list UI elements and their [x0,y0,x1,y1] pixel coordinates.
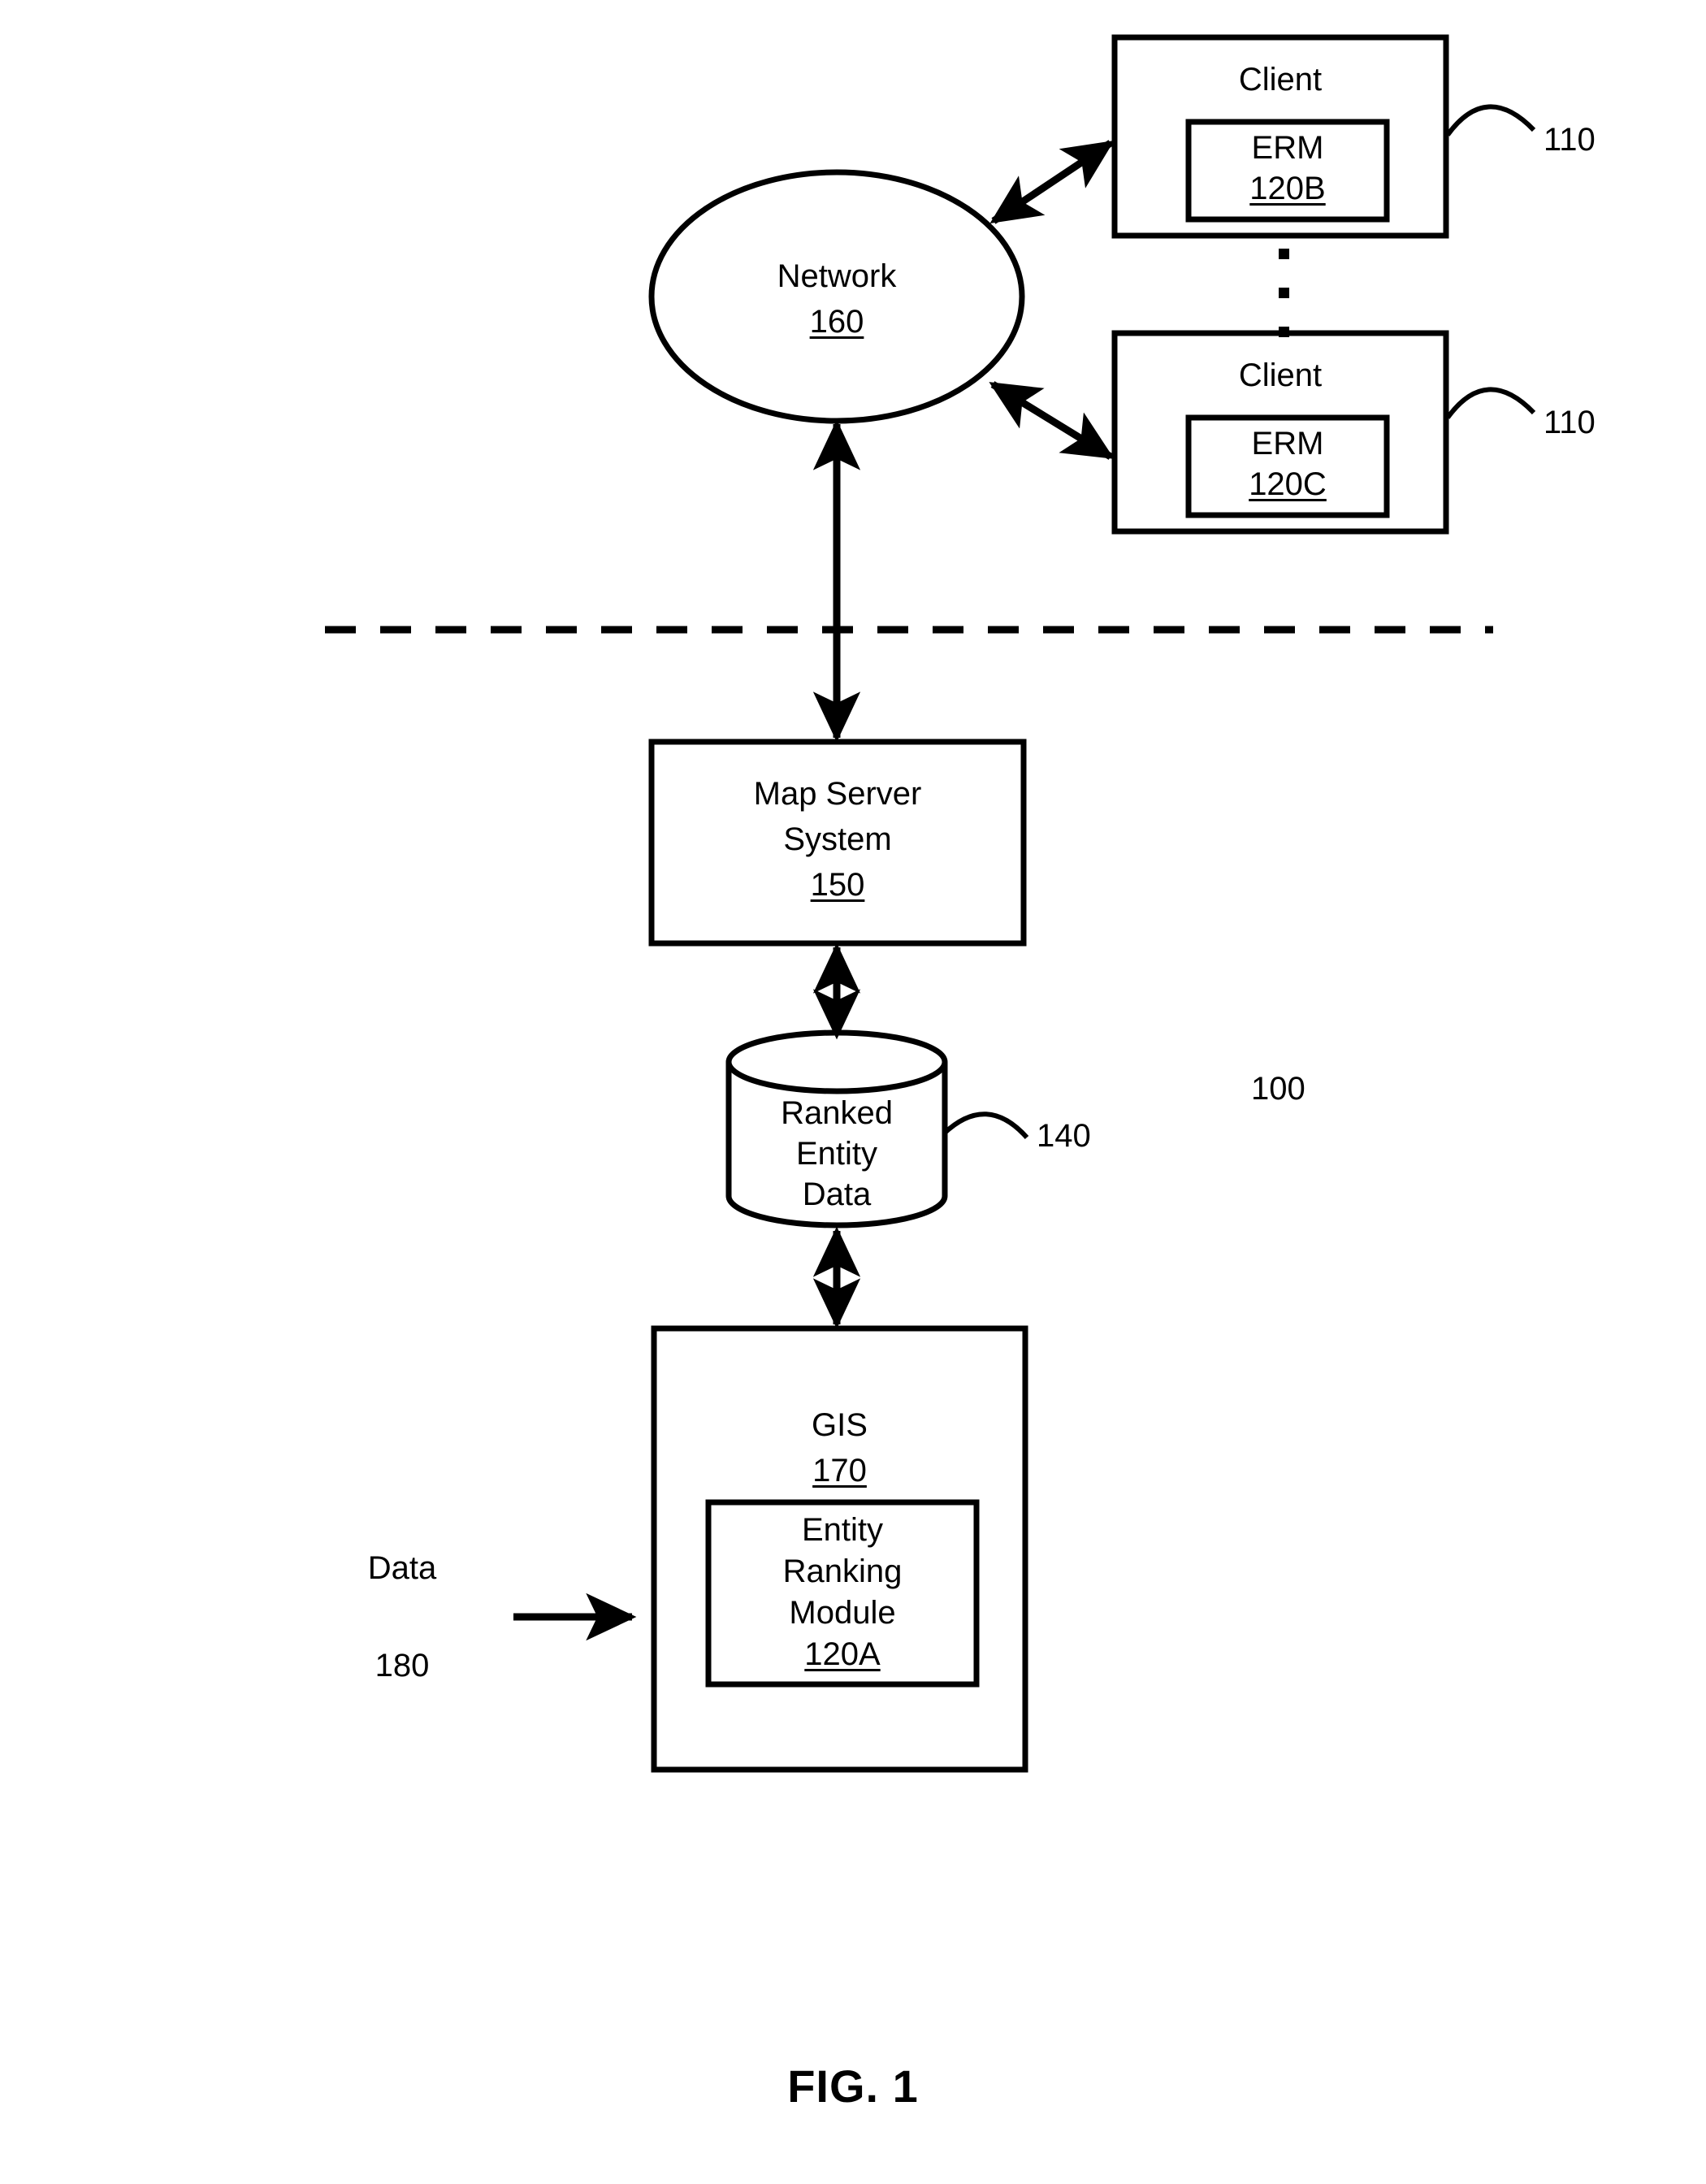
entity-ranking-module-line2: Ranking [782,1554,903,1589]
database-ref-140: 140 [1037,1118,1091,1154]
figure-caption: FIG. 1 [787,2060,919,2112]
erm-120b-title: ERM [1251,130,1324,166]
leader-line-140 [942,1112,1029,1139]
map-server-title-line1: Map Server [753,776,922,812]
map-server-title-line2: System [783,821,892,857]
ellipsis-dot-2 [1279,288,1289,298]
erm-120b-ref: 120B [1249,171,1326,206]
database-title-line3: Data [802,1176,872,1212]
map-server-ref: 150 [810,867,865,903]
ellipsis-dot-3 [1279,327,1289,337]
data-input-label: Data [367,1550,437,1586]
arrow-network-client-bottom [989,381,1115,460]
entity-ranking-module-line1: Entity [801,1512,884,1548]
client-bottom-ref-110: 110 [1544,405,1596,440]
leader-line-110-top [1445,104,1536,136]
client-top-ref-110: 110 [1544,122,1596,158]
entity-ranking-module-ref: 120A [804,1636,881,1672]
client-top-title: Client [1238,62,1323,98]
figure-canvas: Client ERM 120B 110 Client ERM 120C 110 … [0,0,1706,2184]
database-title-line2: Entity [795,1136,878,1172]
data-input-ref-180: 180 [375,1648,430,1684]
gis-ref: 170 [812,1453,867,1488]
database-title-line1: Ranked [781,1095,893,1131]
client-bottom-title: Client [1238,358,1323,393]
ellipsis-dot-1 [1279,249,1289,259]
erm-120c-title: ERM [1251,426,1324,462]
entity-ranking-module-line3: Module [789,1595,896,1631]
erm-120c-ref: 120C [1249,466,1327,502]
network-ellipse [648,169,1025,424]
gis-title: GIS [812,1407,868,1443]
system-ref-100: 100 [1251,1071,1305,1107]
network-ref: 160 [809,304,864,340]
arrow-network-client-top [989,140,1115,224]
database-cylinder-top [725,1029,948,1094]
leader-line-110-bottom [1445,387,1536,419]
network-title: Network [777,258,897,294]
